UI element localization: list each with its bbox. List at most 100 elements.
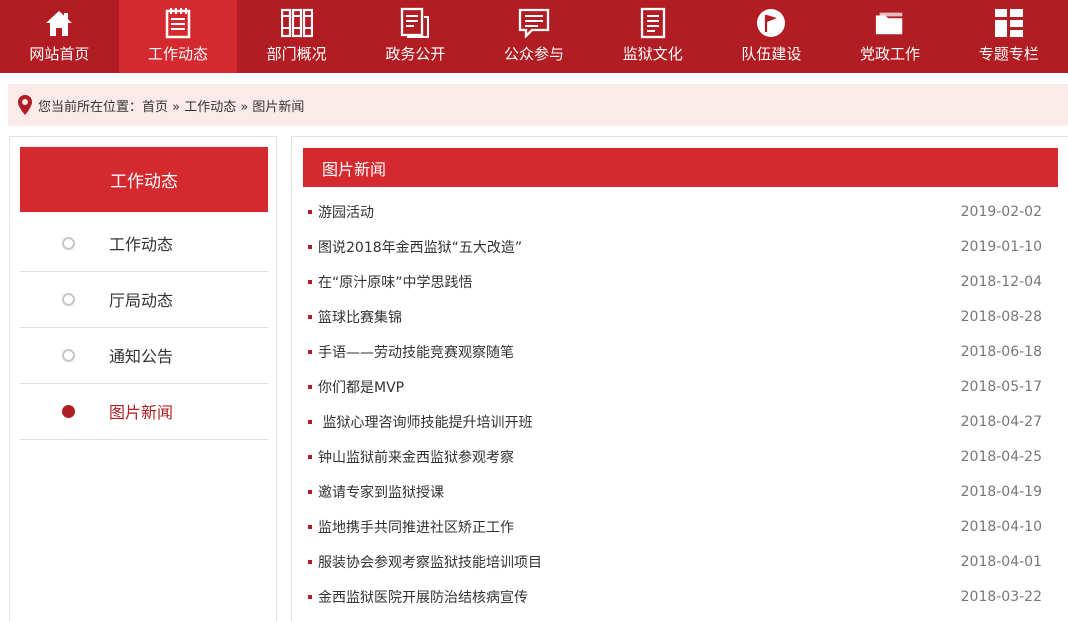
circle-bullet-icon	[62, 348, 75, 362]
folder-icon	[874, 7, 906, 39]
square-bullet-icon	[308, 594, 312, 599]
nav-item-team-building[interactable]: 队伍建设	[712, 0, 831, 73]
square-bullet-icon	[308, 209, 312, 214]
nav-label: 政务公开	[385, 45, 446, 63]
news-row[interactable]: 金西监狱医院开展防治结核病宣传 2018-03-22	[303, 579, 1058, 614]
news-title-link[interactable]: 金西监狱医院开展防治结核病宣传	[318, 587, 528, 607]
news-title-link[interactable]: 图说2018年金西监狱“五大改造”	[318, 237, 522, 257]
location-pin-icon	[16, 93, 34, 117]
nav-item-prison-culture[interactable]: 监狱文化	[593, 0, 712, 73]
square-bullet-icon	[308, 559, 312, 564]
news-row[interactable]: 手语——劳动技能竞赛观察随笔 2018-06-18	[303, 334, 1058, 369]
document-icon	[399, 7, 431, 39]
news-date: 2018-03-22	[960, 588, 1042, 605]
news-row[interactable]: 监地携手共同推进社区矫正工作 2018-04-10	[303, 509, 1058, 544]
news-row[interactable]: 游园活动 2019-02-02	[303, 194, 1058, 229]
top-navigation: 网站首页 工作动态 部门概况 政务公开 公众参与 监狱文化 队伍建设 党政工作 …	[0, 0, 1068, 73]
news-row-left: 篮球比赛集锦	[303, 307, 402, 327]
nav-label: 监狱文化	[622, 45, 683, 63]
news-date: 2018-04-10	[960, 518, 1042, 535]
sidebar-item-label: 工作动态	[109, 235, 174, 254]
news-date: 2018-04-19	[960, 483, 1042, 500]
news-date: 2018-08-28	[960, 308, 1042, 325]
news-row-left: 监狱心理咨询师技能提升培训开班	[303, 412, 532, 432]
square-bullet-icon	[308, 524, 312, 529]
news-row-left: 钟山监狱前来金西监狱参观考察	[303, 447, 514, 467]
breadcrumb-text: 您当前所在位置：首页 » 工作动态 » 图片新闻	[38, 99, 305, 115]
square-bullet-icon	[308, 279, 312, 284]
notepad-icon	[162, 7, 194, 39]
circle-bullet-icon	[62, 236, 75, 250]
page-icon	[637, 7, 669, 39]
nav-label: 党政工作	[860, 45, 921, 63]
nav-label: 专题专栏	[978, 45, 1039, 63]
news-date: 2019-02-02	[960, 203, 1042, 220]
news-date: 2019-01-10	[960, 238, 1042, 255]
news-title-link[interactable]: 手语——劳动技能竞赛观察随笔	[318, 342, 514, 362]
nav-item-public-participation[interactable]: 公众参与	[475, 0, 594, 73]
nav-item-party-work[interactable]: 党政工作	[831, 0, 950, 73]
nav-item-special-topics[interactable]: 专题专栏	[949, 0, 1068, 73]
news-row-left: 手语——劳动技能竞赛观察随笔	[303, 342, 514, 362]
news-row-left: 邀请专家到监狱授课	[303, 482, 444, 502]
nav-label: 部门概况	[266, 45, 327, 63]
news-row-left: 服装协会参观考察监狱技能培训项目	[303, 552, 542, 572]
news-list: 游园活动 2019-02-02 图说2018年金西监狱“五大改造” 2019-01-1…	[303, 194, 1058, 614]
news-title-link[interactable]: 游园活动	[318, 202, 374, 222]
sidebar: 工作动态 工作动态 厅局动态 通知公告 图片新闻	[9, 136, 277, 621]
news-row[interactable]: 篮球比赛集锦 2018-08-28	[303, 299, 1058, 334]
binders-icon	[280, 7, 313, 39]
nav-label: 队伍建设	[741, 45, 802, 63]
home-icon	[43, 7, 75, 39]
news-date: 2018-04-27	[960, 413, 1042, 430]
main-content: 图片新闻 游园活动 2019-02-02 图说2018年金西监狱“五大改造” 2019…	[291, 136, 1068, 621]
filled-circle-bullet-icon	[62, 404, 75, 418]
square-bullet-icon	[308, 454, 312, 459]
news-row[interactable]: 服装协会参观考察监狱技能培训项目 2018-04-01	[303, 544, 1058, 579]
breadcrumb: 您当前所在位置：首页 » 工作动态 » 图片新闻	[8, 84, 1068, 126]
square-bullet-icon	[308, 244, 312, 249]
news-title-link[interactable]: 你们都是MVP	[318, 377, 404, 397]
news-row[interactable]: 你们都是MVP 2018-05-17	[303, 369, 1058, 404]
grid-icon	[993, 7, 1025, 39]
news-title-link[interactable]: 在“原汁原味”中学思践悟	[318, 272, 473, 292]
circle-bullet-icon	[62, 292, 75, 306]
sidebar-item-notices[interactable]: 通知公告	[20, 327, 268, 384]
news-row-left: 游园活动	[303, 202, 374, 222]
sidebar-item-work-news[interactable]: 工作动态	[20, 215, 268, 272]
news-row[interactable]: 图说2018年金西监狱“五大改造” 2019-01-10	[303, 229, 1058, 264]
section-header: 图片新闻	[303, 148, 1058, 187]
sidebar-item-label: 通知公告	[109, 347, 174, 366]
nav-item-department[interactable]: 部门概况	[237, 0, 356, 73]
news-row-left: 金西监狱医院开展防治结核病宣传	[303, 587, 528, 607]
nav-label: 公众参与	[504, 45, 565, 63]
news-title-link[interactable]: 监狱心理咨询师技能提升培训开班	[318, 412, 532, 432]
nav-label: 工作动态	[148, 45, 209, 63]
news-row[interactable]: 在“原汁原味”中学思践悟 2018-12-04	[303, 264, 1058, 299]
news-date: 2018-06-18	[960, 343, 1042, 360]
news-date: 2018-04-25	[960, 448, 1042, 465]
news-row-left: 监地携手共同推进社区矫正工作	[303, 517, 514, 537]
sidebar-item-label: 厅局动态	[109, 291, 174, 310]
news-row[interactable]: 邀请专家到监狱授课 2018-04-19	[303, 474, 1058, 509]
news-title-link[interactable]: 篮球比赛集锦	[318, 307, 402, 327]
news-title-link[interactable]: 监地携手共同推进社区矫正工作	[318, 517, 514, 537]
square-bullet-icon	[308, 384, 312, 389]
chat-icon	[518, 7, 550, 39]
sidebar-item-bureau-news[interactable]: 厅局动态	[20, 271, 268, 328]
news-title-link[interactable]: 钟山监狱前来金西监狱参观考察	[318, 447, 514, 467]
news-date: 2018-04-01	[960, 553, 1042, 570]
nav-item-work-news[interactable]: 工作动态	[118, 0, 238, 73]
news-row[interactable]: 钟山监狱前来金西监狱参观考察 2018-04-25	[303, 439, 1058, 474]
news-date: 2018-12-04	[960, 273, 1042, 290]
nav-item-government-affairs[interactable]: 政务公开	[356, 0, 475, 73]
news-row[interactable]: 监狱心理咨询师技能提升培训开班 2018-04-27	[303, 404, 1058, 439]
news-date: 2018-05-17	[960, 378, 1042, 395]
sidebar-item-photo-news[interactable]: 图片新闻	[20, 383, 268, 440]
square-bullet-icon	[308, 349, 312, 354]
news-title-link[interactable]: 邀请专家到监狱授课	[318, 482, 444, 502]
news-title-link[interactable]: 服装协会参观考察监狱技能培训项目	[318, 552, 542, 572]
nav-label: 网站首页	[29, 45, 90, 63]
nav-item-home[interactable]: 网站首页	[0, 0, 119, 73]
news-row-left: 图说2018年金西监狱“五大改造”	[303, 237, 522, 257]
